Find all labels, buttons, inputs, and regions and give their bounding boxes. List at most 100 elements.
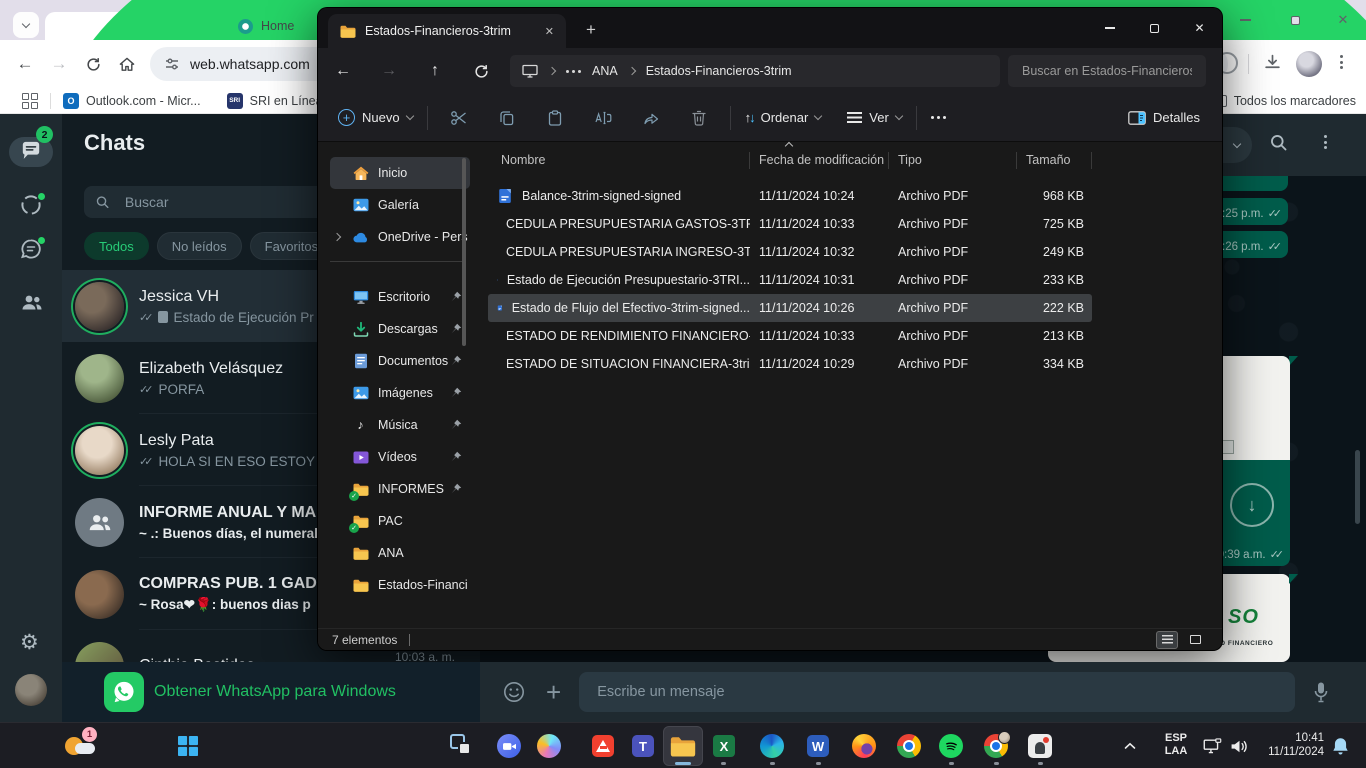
table-row[interactable]: ESTADO DE SITUACION FINANCIERA-3tri... 1… [488, 350, 1092, 378]
browser-menu-icon[interactable] [1340, 55, 1343, 69]
channels-nav-icon[interactable] [20, 238, 42, 260]
filter-all[interactable]: Todos [84, 232, 149, 260]
browser-profile-avatar[interactable] [1296, 51, 1322, 77]
downloads-icon[interactable] [1264, 54, 1281, 71]
conversation-search-icon[interactable] [1270, 134, 1287, 151]
view-button[interactable]: Ver [847, 110, 902, 125]
rename-icon[interactable] [586, 111, 620, 125]
bookmark-sri[interactable]: SRI SRI en Línea - [227, 93, 331, 109]
table-row[interactable]: Estado de Ejecución Presupuestario-3TRI.… [488, 266, 1092, 294]
back-icon[interactable]: ← [8, 54, 42, 74]
new-tab-icon[interactable]: + [586, 20, 596, 40]
new-button[interactable]: + Nuevo [338, 109, 413, 126]
browser-minimize-button[interactable] [1230, 8, 1260, 32]
table-row[interactable]: ESTADO DE RENDIMIENTO FINANCIERO-... 11/… [488, 322, 1092, 350]
back-icon[interactable]: ← [332, 62, 354, 80]
group-avatar[interactable] [75, 498, 124, 547]
breadcrumb-item[interactable]: Estados-Financieros-3trim [646, 64, 792, 78]
more-options-icon[interactable] [931, 116, 946, 119]
chats-nav-icon[interactable] [20, 141, 42, 161]
communities-nav-icon[interactable] [20, 292, 44, 312]
tab-search-button[interactable] [13, 12, 39, 38]
minimize-button[interactable] [1087, 8, 1132, 48]
sidebar-item-onedrive[interactable]: OneDrive - Pers [330, 221, 470, 253]
download-button[interactable]: ↓ [1230, 483, 1274, 527]
share-icon[interactable] [634, 110, 668, 126]
excel-icon[interactable]: X [704, 726, 744, 766]
explorer-search-input[interactable] [1020, 63, 1194, 79]
settings-gear-icon[interactable]: ⚙ [20, 630, 39, 655]
sidebar-item-informes[interactable]: ✓ INFORMES [330, 473, 470, 505]
volume-icon[interactable] [1230, 723, 1249, 768]
file-explorer-icon[interactable] [663, 726, 703, 766]
explorer-tab[interactable]: Estados-Financieros-3trim ✕ [328, 14, 566, 48]
sidebar-scrollbar[interactable] [462, 158, 466, 346]
breadcrumb-item[interactable]: ANA [592, 64, 618, 78]
browser-restore-button[interactable] [1280, 8, 1310, 32]
attach-icon[interactable]: + [546, 677, 561, 708]
chevron-right-icon[interactable] [627, 67, 635, 75]
column-header-modified[interactable]: Fecha de modificación [750, 152, 889, 169]
cut-icon[interactable] [442, 110, 476, 126]
message-input[interactable] [595, 683, 1279, 701]
teams-icon[interactable]: T [623, 726, 663, 766]
notifications-bell-icon[interactable] [1332, 723, 1349, 768]
this-pc-icon[interactable] [522, 64, 538, 78]
scrollbar[interactable] [1355, 450, 1360, 524]
paste-icon[interactable] [538, 110, 572, 126]
sort-button[interactable]: ↑↓ Ordenar [745, 110, 822, 125]
chrome-profile-icon[interactable] [976, 726, 1016, 766]
column-header-type[interactable]: Tipo [889, 152, 1017, 169]
column-header-name[interactable]: Nombre [488, 152, 750, 169]
table-row-selected[interactable]: Estado de Flujo del Efectivo-3trim-signe… [488, 294, 1092, 322]
chrome-icon[interactable] [889, 726, 929, 766]
sidebar-item-imagenes[interactable]: Imágenes [330, 377, 470, 409]
table-row[interactable]: CEDULA PRESUPUESTARIA INGRESO-3TRI... 11… [488, 238, 1092, 266]
tab-whatsapp[interactable]: (2) WhatsApp ✕ [45, 12, 217, 40]
chevron-right-icon[interactable] [548, 67, 556, 75]
explorer-search-box[interactable] [1008, 55, 1206, 87]
apps-grid-icon[interactable] [22, 93, 38, 109]
site-settings-icon[interactable] [164, 56, 180, 72]
browser-close-button[interactable]: ✕ [1328, 8, 1358, 32]
filter-unread[interactable]: No leídos [157, 232, 242, 260]
column-header-size[interactable]: Tamaño [1017, 152, 1092, 169]
profile-avatar[interactable] [15, 674, 47, 706]
spotify-icon[interactable] [931, 726, 971, 766]
sidebar-item-documentos[interactable]: Documentos [330, 345, 470, 377]
sidebar-item-descargas[interactable]: Descargas [330, 313, 470, 345]
tab-close-icon[interactable]: ✕ [545, 25, 554, 38]
all-bookmarks-button[interactable]: Todos los marcadores [1215, 94, 1356, 108]
get-whatsapp-banner[interactable]: Obtener WhatsApp para Windows [62, 662, 480, 722]
bookmark-outlook[interactable]: O Outlook.com - Micr... [63, 93, 201, 109]
table-row[interactable]: CEDULA PRESUPUESTARIA GASTOS-3TRI... 11/… [488, 210, 1092, 238]
sidebar-item-galeria[interactable]: Galería [330, 189, 470, 221]
message-input-wrap[interactable] [579, 672, 1295, 712]
sidebar-item-musica[interactable]: ♪ Música [330, 409, 470, 441]
copilot-icon[interactable] [529, 726, 569, 766]
sidebar-item-estados-financieros[interactable]: Estados-Financi [330, 569, 470, 601]
task-view-button[interactable] [442, 726, 482, 766]
sidebar-item-inicio[interactable]: Inicio [330, 157, 470, 189]
details-button[interactable]: Detalles [1128, 110, 1200, 125]
browser-home-icon[interactable] [110, 57, 144, 72]
java-app-icon[interactable] [1020, 726, 1060, 766]
widgets-button[interactable]: 1 [46, 723, 102, 768]
table-row[interactable]: Balance-3trim-signed-signed 11/11/2024 1… [488, 182, 1092, 210]
sidebar-item-pac[interactable]: ✓ PAC [330, 505, 470, 537]
delete-icon[interactable] [682, 110, 716, 126]
language-indicator[interactable]: ESP LAA [1158, 723, 1194, 768]
expand-chevron-icon[interactable] [333, 233, 341, 241]
breadcrumb[interactable]: ANA Estados-Financieros-3trim [510, 55, 1000, 87]
emoji-icon[interactable] [502, 680, 526, 704]
close-button[interactable]: ✕ [1177, 8, 1222, 48]
breadcrumb-ellipsis[interactable] [566, 70, 581, 73]
clock[interactable]: 10:41 11/11/2024 [1258, 723, 1324, 768]
status-nav-icon[interactable] [20, 194, 42, 216]
firefox-icon[interactable] [844, 726, 884, 766]
maximize-button[interactable] [1132, 8, 1177, 48]
sidebar-item-ana[interactable]: ANA [330, 537, 470, 569]
group-avatar[interactable] [75, 570, 124, 619]
icons-view-toggle[interactable] [1184, 631, 1206, 649]
sidebar-item-videos[interactable]: Vídeos [330, 441, 470, 473]
